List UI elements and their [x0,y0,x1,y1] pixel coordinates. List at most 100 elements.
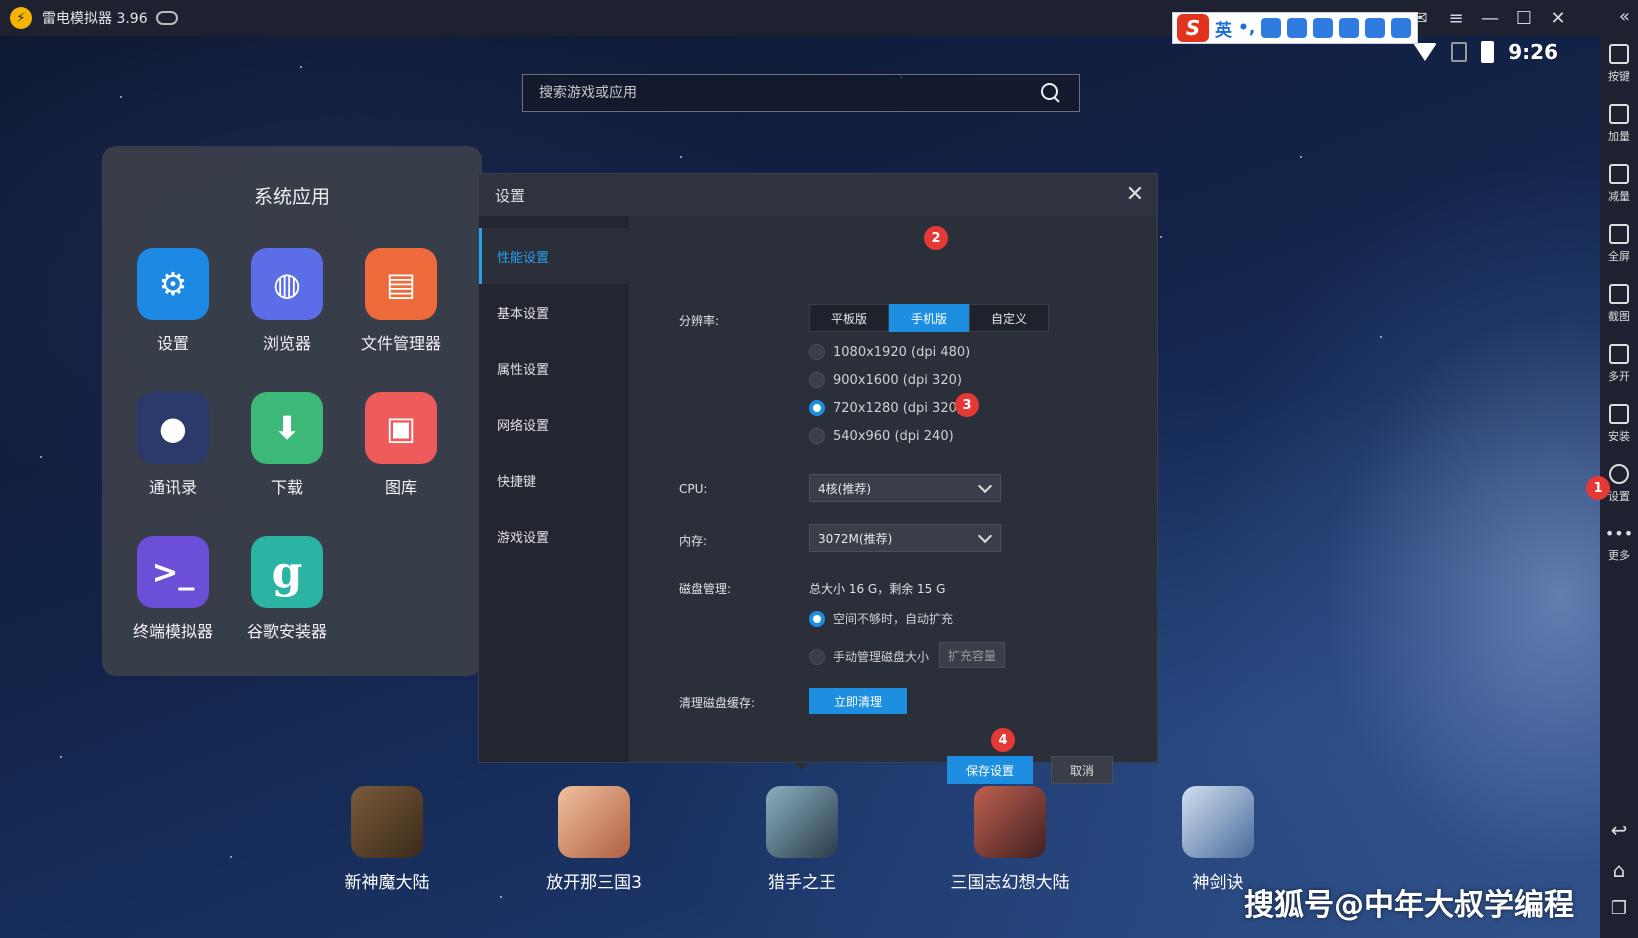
resolution-label: 分辨率: [679,314,720,328]
dialog-header: 设置 ✕ [479,174,1157,216]
settings-body: 分辨率: 平板版 手机版 自定义 1080x1920 (dpi 480) 900… [629,216,1157,784]
resolution-option[interactable]: 1080x1920 (dpi 480) [809,344,970,360]
radio-button[interactable] [809,344,825,360]
sogou-logo-icon: S [1177,14,1209,42]
disk-auto-option[interactable]: 空间不够时，自动扩充 [809,610,953,627]
dock-label: 新神魔大陆 [344,873,430,893]
dock-label: 猎手之王 [768,873,836,893]
tab-tablet[interactable]: 平板版 [809,304,889,332]
tool-fullscreen[interactable]: 全屏 [1600,224,1638,264]
step-badge-3: 3 [955,393,979,417]
resolution-option[interactable]: 540x960 (dpi 240) [809,428,954,444]
radio-button-selected[interactable] [809,400,825,416]
emoji-icon[interactable] [1261,18,1282,38]
search-bar[interactable] [522,74,1080,112]
clock: 9:26 [1508,40,1558,64]
resolution-option[interactable]: 720x1280 (dpi 320) [809,400,962,416]
radio-button-selected[interactable] [809,610,825,627]
keyboard-icon[interactable] [1313,18,1334,38]
memory-select[interactable]: 3072M(推荐) [809,524,1001,552]
radio-button[interactable] [809,372,825,388]
tool-more[interactable]: ••• 更多 [1600,524,1638,563]
radio-button[interactable] [809,648,825,665]
shirt-icon[interactable] [1365,18,1386,38]
tool-label: 更多 [1608,549,1630,562]
app-browser[interactable]: ◍ 浏览器 [232,248,342,354]
grid-icon[interactable] [1391,18,1412,38]
app-label: 下载 [270,478,303,497]
search-input[interactable] [523,85,1041,101]
ime-lang-label[interactable]: 英 [1215,16,1232,41]
app-label: 通讯录 [148,478,197,497]
dock-app[interactable]: 三国志幻想大陆 [930,786,1090,893]
app-logo-icon: ⚡ [10,7,32,29]
dock-app[interactable]: 神剑诀 [1138,786,1298,893]
expand-button[interactable]: 扩充容量 [939,642,1005,668]
download-icon: ⬇ [251,392,323,464]
nav-basic[interactable]: 基本设置 [479,284,629,340]
tool-volume-down[interactable]: 减量 [1600,164,1638,204]
resolution-text: 720x1280 (dpi 320) [833,400,962,416]
game-icon [351,786,423,858]
close-icon[interactable]: ✕ [1123,182,1147,207]
cpu-select[interactable]: 4核(推荐) [809,474,1001,502]
tool-install-apk[interactable]: 安装 [1600,404,1638,444]
app-gallery[interactable]: ▣ 图库 [346,392,456,498]
back-icon[interactable]: ↩ [1600,818,1638,842]
terminal-icon: >_ [137,536,209,608]
menu-icon[interactable]: ≡ [1444,6,1468,30]
app-google-installer[interactable]: g 谷歌安装器 [232,536,342,642]
save-settings-button[interactable]: 保存设置 [947,756,1033,784]
dialog-title: 设置 [495,186,526,205]
resolution-text: 1080x1920 (dpi 480) [833,344,971,360]
dock-app[interactable]: 放开那三国3 [514,786,674,893]
app-terminal[interactable]: >_ 终端模拟器 [118,536,228,642]
minimize-button[interactable]: — [1478,6,1502,30]
app-contacts[interactable]: ● 通讯录 [118,392,228,498]
chevron-down-icon [977,478,993,494]
g-icon: g [251,536,323,608]
nav-performance[interactable]: 性能设置 [479,228,629,284]
cancel-button[interactable]: 取消 [1051,756,1113,784]
recent-apps-icon[interactable]: ❐ [1600,898,1638,919]
tool-volume-up[interactable]: 加量 [1600,104,1638,144]
app-label: 文件管理器 [360,334,441,353]
app-download[interactable]: ⬇ 下载 [232,392,342,498]
tab-phone[interactable]: 手机版 [889,304,969,332]
nav-game[interactable]: 游戏设置 [479,508,629,564]
tool-screenshot[interactable]: 截图 [1600,284,1638,324]
disk-auto-text: 空间不够时，自动扩充 [833,612,954,626]
watermark: 搜狐号@中年大叔学编程 [1244,888,1574,923]
microphone-icon[interactable] [1287,18,1308,38]
app-label: 浏览器 [262,334,311,353]
search-icon[interactable] [1041,83,1061,103]
nav-properties[interactable]: 属性设置 [479,340,629,396]
memory-label: 内存: [679,534,708,548]
user-icon[interactable] [1339,18,1360,38]
chevron-down-icon [977,528,993,544]
tool-label: 设置 [1608,490,1630,503]
punctuation-icon[interactable]: •, [1238,18,1255,38]
home-icon[interactable]: ⌂ [1600,858,1638,882]
tab-custom[interactable]: 自定义 [969,304,1049,332]
app-settings[interactable]: ⚙ 设置 [118,248,228,354]
maximize-button[interactable]: ☐ [1512,6,1536,30]
clean-now-button[interactable]: 立即清理 [809,688,907,714]
dialog-pointer [794,763,808,770]
resolution-option[interactable]: 900x1600 (dpi 320) [809,372,962,388]
tool-multi-instance[interactable]: 多开 [1600,344,1638,384]
radio-button[interactable] [809,428,825,444]
dock-app[interactable]: 新神魔大陆 [307,786,467,893]
gamepad-icon[interactable] [155,11,178,25]
collapse-toolbar-icon[interactable]: « [1619,6,1630,27]
tool-keymap[interactable]: 按键 [1600,44,1638,84]
close-button[interactable]: ✕ [1546,6,1570,30]
dock-label: 三国志幻想大陆 [950,873,1070,893]
disk-manual-option[interactable]: 手动管理磁盘大小 [809,648,929,665]
dock-app[interactable]: 猎手之王 [722,786,882,893]
ime-toolbar[interactable]: S 英 •, [1172,12,1418,44]
app-file-manager[interactable]: ▤ 文件管理器 [346,248,456,354]
nav-network[interactable]: 网络设置 [479,396,629,452]
nav-shortcuts[interactable]: 快捷键 [479,452,629,508]
person-icon: ● [137,392,209,464]
